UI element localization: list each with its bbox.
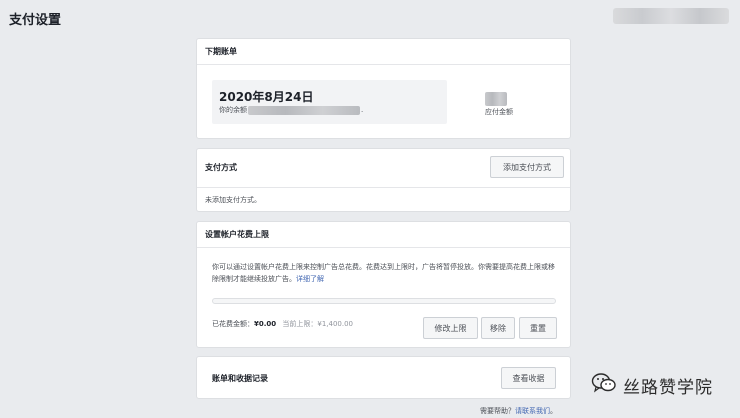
current-limit-text: 当前上限：¥1,400.00 [282, 320, 354, 328]
payment-method-header: 支付方式 [205, 163, 237, 172]
contact-us-link[interactable]: 请联系我们 [515, 407, 550, 415]
wechat-icon [591, 372, 617, 398]
help-line: 需要帮助？请联系我们。 [480, 406, 557, 416]
divider [197, 64, 570, 65]
reset-limit-button[interactable]: 重置 [519, 317, 557, 339]
bill-date: 2020年8月24日 [219, 90, 314, 104]
blurred-balance [248, 105, 360, 115]
divider [197, 187, 570, 188]
next-bill-card: 下期账单 2020年8月24日 你的余额 . 应付金额 [196, 38, 571, 139]
help-suffix: 。 [550, 407, 557, 415]
balance-suffix: . [361, 106, 364, 114]
description-text: 你可以通过设置帐户花费上限来控制广告总花费。花费达到上限时，广告将暂停投放。你需… [212, 263, 555, 283]
remove-limit-button[interactable]: 移除 [481, 317, 515, 339]
spending-limit-card: 设置帐户花费上限 你可以通过设置帐户花费上限来控制广告总花费。花费达到上限时，广… [196, 221, 571, 348]
spending-limit-description: 你可以通过设置帐户花费上限来控制广告总花费。花费达到上限时，广告将暂停投放。你需… [212, 261, 558, 285]
next-bill-header: 下期账单 [205, 47, 237, 56]
spending-limit-header: 设置帐户花费上限 [205, 230, 269, 239]
add-payment-method-button[interactable]: 添加支付方式 [490, 156, 564, 178]
spent-label: 已花费金额： [212, 320, 254, 328]
payment-method-card: 支付方式 添加支付方式 未添加支付方式。 [196, 148, 571, 212]
spent-line: 已花费金额：¥0.00 当前上限：¥1,400.00 [212, 319, 353, 329]
view-receipts-button[interactable]: 查看收据 [501, 367, 556, 389]
balance-prefix: 你的余额 [219, 106, 247, 114]
modify-limit-button[interactable]: 修改上限 [423, 317, 478, 339]
balance-line: 你的余额 . [219, 105, 363, 115]
spending-progress-bar [212, 298, 556, 304]
watermark-text: 丝路赞学院 [623, 377, 713, 398]
help-prefix: 需要帮助？ [480, 407, 515, 415]
no-payment-method-text: 未添加支付方式。 [205, 196, 261, 204]
page-title: 支付设置 [9, 13, 62, 28]
bill-summary-box: 2020年8月24日 你的余额 . [212, 80, 447, 124]
amount-label: 应付金额 [485, 108, 513, 116]
billing-history-card: 账单和收据记录 查看收据 [196, 356, 571, 399]
divider [197, 247, 570, 248]
spent-value: ¥0.00 [254, 320, 277, 328]
blurred-amount [485, 92, 507, 106]
watermark: 丝路赞学院 [591, 372, 713, 398]
blurred-account-info [613, 8, 729, 24]
billing-history-header: 账单和收据记录 [212, 374, 268, 383]
learn-more-link[interactable]: 详细了解 [296, 275, 324, 283]
